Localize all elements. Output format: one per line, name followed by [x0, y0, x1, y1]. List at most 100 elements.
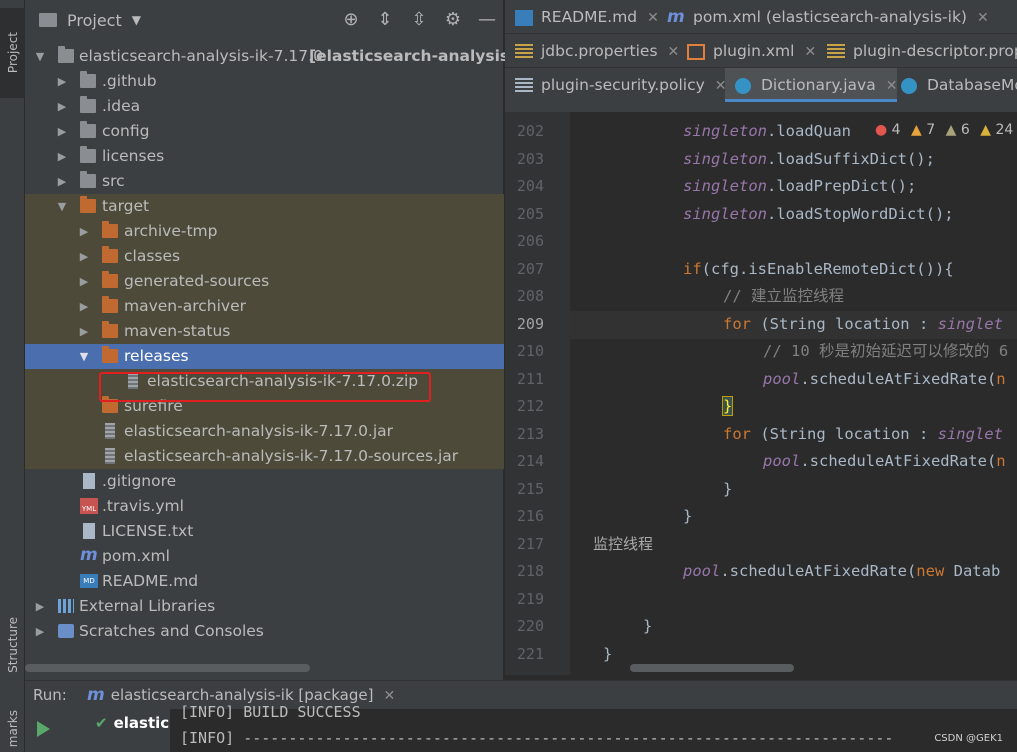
run-tree[interactable]: ✔ elastic — [75, 709, 175, 752]
tree-item-external-libraries[interactable]: ▶ External Libraries — [25, 594, 504, 619]
tree-item-releases[interactable]: ▼ releases — [25, 344, 504, 369]
play-icon[interactable] — [37, 721, 50, 737]
editor-gutter[interactable]: 202 203 204 205 206 207 208 209 210 211 … — [505, 112, 570, 675]
tree-item-scratches[interactable]: ▶ Scratches and Consoles — [25, 619, 504, 644]
line-number: 211 — [516, 369, 544, 388]
tree-item-maven-status[interactable]: ▶ maven-status — [25, 319, 504, 344]
line-number: 218 — [516, 562, 544, 580]
chevron-right-icon[interactable]: ▶ — [77, 219, 91, 244]
line-number-current: 209 — [516, 314, 544, 333]
tab-plugin-descriptor[interactable]: plugin-descriptor.prop — [817, 34, 1017, 67]
tree-item-licenses[interactable]: ▶ licenses — [25, 144, 504, 169]
inspection-widget[interactable]: ● 4 ▲ 7 ▲ 6 ▲ 24 — [875, 120, 1014, 140]
chevron-down-icon[interactable]: ▼ — [77, 344, 91, 369]
line-number: 213 — [516, 424, 544, 443]
chevron-right-icon[interactable]: ▶ — [77, 269, 91, 294]
tab-pom[interactable]: m pom.xml (elasticsearch-analysis-ik) ✕ — [657, 0, 989, 33]
chevron-right-icon[interactable]: ▶ — [55, 94, 69, 119]
tree-item-gitignore[interactable]: .gitignore — [25, 469, 504, 494]
tree-item-pom[interactable]: m pom.xml — [25, 544, 504, 569]
tree-item-github[interactable]: ▶ .github — [25, 69, 504, 94]
weak-warning-icon: ▲ — [945, 122, 957, 138]
chevron-right-icon[interactable]: ▶ — [77, 244, 91, 269]
tree-item-label: archive-tmp — [124, 222, 218, 240]
java-class-icon — [735, 78, 751, 94]
close-icon[interactable]: ✕ — [804, 44, 816, 60]
tab-label: pom.xml (elasticsearch-analysis-ik) — [693, 8, 967, 26]
tab-plugin-xml[interactable]: plugin.xml ✕ — [677, 34, 816, 67]
tab-label: Dictionary.java — [761, 76, 876, 94]
line-number: 215 — [516, 479, 544, 498]
editor-tab-row-3: plugin-security.policy ✕ Dictionary.java ✕… — [505, 68, 1017, 102]
tab-label: plugin-security.policy — [541, 76, 705, 94]
line-number: 217 — [516, 534, 544, 553]
tree-item-root[interactable]: ▼ elasticsearch-analysis-ik-7.17.0 [elas… — [25, 44, 538, 69]
weak-warning-count: 6 — [960, 122, 970, 138]
error-icon: ● — [875, 122, 888, 138]
line-number: 203 — [516, 149, 544, 168]
tree-item-label: classes — [124, 247, 181, 265]
chevron-down-icon[interactable]: ▼ — [33, 44, 47, 69]
code-editor[interactable]: singleton.loadQuan singleton.loadSuffixD… — [570, 112, 1017, 675]
line-number: 204 — [516, 177, 544, 195]
tree-item-classes[interactable]: ▶ classes — [25, 244, 504, 269]
tree-item-archive-tmp[interactable]: ▶ archive-tmp — [25, 219, 504, 244]
tree-item-generated-sources[interactable]: ▶ generated-sources — [25, 269, 504, 294]
expand-all-icon[interactable]: ⇕ — [374, 8, 396, 30]
tree-item-src[interactable]: ▶ src — [25, 169, 504, 194]
collapse-all-icon[interactable]: ⇳ — [408, 8, 430, 30]
chevron-right-icon[interactable]: ▶ — [55, 69, 69, 94]
chevron-right-icon[interactable]: ▶ — [55, 119, 69, 144]
tab-dictionary-java[interactable]: Dictionary.java ✕ — [725, 68, 898, 102]
close-icon[interactable]: ✕ — [977, 10, 989, 26]
line-number: 214 — [516, 452, 544, 470]
chevron-right-icon[interactable]: ▶ — [55, 144, 69, 169]
code-line-202: singleton.loadQuan — [683, 122, 851, 140]
markdown-file-icon — [515, 10, 533, 26]
tree-item-sources-jar[interactable]: elasticsearch-analysis-ik-7.17.0-sources… — [25, 444, 504, 469]
tab-readme[interactable]: README.md ✕ — [505, 0, 659, 33]
chevron-right-icon[interactable]: ▶ — [33, 594, 47, 619]
bookmarks-tool-tab[interactable]: marks — [0, 705, 25, 752]
tree-item-idea[interactable]: ▶ .idea — [25, 94, 504, 119]
chevron-right-icon[interactable]: ▶ — [77, 319, 91, 344]
excluded-folder-icon — [102, 246, 118, 263]
hide-panel-icon[interactable]: — — [476, 8, 498, 30]
tree-item-target[interactable]: ▼ target — [25, 194, 504, 219]
tree-item-label: External Libraries — [79, 597, 216, 615]
locate-file-icon[interactable]: ⊕ — [340, 8, 362, 30]
structure-tool-tab[interactable]: Structure — [0, 600, 25, 690]
chevron-down-icon[interactable]: ▼ — [55, 194, 69, 219]
tree-item-label: config — [102, 122, 150, 140]
editor-horizontal-scrollbar[interactable] — [630, 664, 794, 672]
run-tree-item: elastic — [113, 714, 170, 732]
error-count: 4 — [891, 122, 901, 138]
tree-item-jar[interactable]: elasticsearch-analysis-ik-7.17.0.jar — [25, 419, 504, 444]
maven-icon: m — [87, 685, 105, 705]
tab-label: plugin.xml — [713, 42, 795, 60]
tree-item-readme[interactable]: MD README.md — [25, 569, 504, 594]
tree-item-travis[interactable]: YML .travis.yml — [25, 494, 504, 519]
chevron-down-icon[interactable]: ▼ — [132, 13, 141, 27]
line-number: 207 — [516, 259, 544, 278]
project-tool-tab-label: Project — [5, 32, 20, 74]
project-horizontal-scrollbar[interactable] — [25, 664, 310, 672]
properties-file-icon — [827, 44, 845, 60]
tree-item-config[interactable]: ▶ config — [25, 119, 504, 144]
tab-database-monitor[interactable]: DatabaseMo — [891, 68, 1017, 102]
chevron-right-icon[interactable]: ▶ — [77, 294, 91, 319]
chevron-right-icon[interactable]: ▶ — [55, 169, 69, 194]
project-tool-tab[interactable]: Project — [0, 8, 25, 98]
warning-count: 7 — [926, 122, 936, 138]
tree-item-label: .idea — [102, 97, 141, 115]
tree-item-label: releases — [124, 347, 189, 365]
chevron-right-icon[interactable]: ▶ — [33, 619, 47, 644]
tree-item-maven-archiver[interactable]: ▶ maven-archiver — [25, 294, 504, 319]
folder-icon — [80, 96, 96, 113]
tree-item-license[interactable]: LICENSE.txt — [25, 519, 504, 544]
gear-icon[interactable]: ⚙ — [442, 8, 464, 30]
project-panel-title[interactable]: Project — [67, 11, 122, 30]
tab-jdbc-properties[interactable]: jdbc.properties ✕ — [505, 34, 679, 67]
console-output[interactable]: [INFO] BUILD SUCCESS [INFO] ------------… — [170, 703, 1017, 752]
tab-plugin-security-policy[interactable]: plugin-security.policy ✕ — [505, 68, 727, 102]
